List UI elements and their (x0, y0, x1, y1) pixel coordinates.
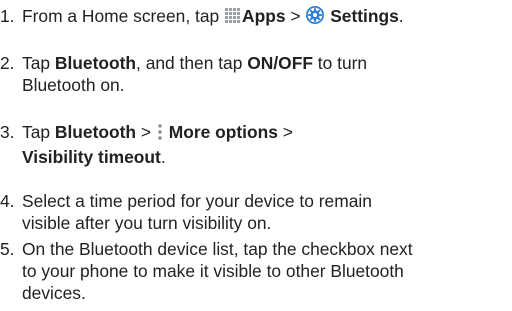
settings-gear-icon (305, 5, 325, 30)
more-options-label: More options (168, 122, 278, 142)
settings-label: Settings (330, 6, 399, 26)
apps-label: Apps (242, 6, 286, 26)
step-number: 3. (0, 122, 15, 142)
step-number: 2. (0, 53, 15, 73)
step-1-text: From a Home screen, tap Apps > Settings. (22, 5, 512, 30)
instruction-steps: 1. From a Home screen, tap Apps > Settin… (0, 0, 512, 311)
bluetooth-label: Bluetooth (54, 122, 137, 142)
step-3-text: Tap Bluetooth > More options > Visibilit… (22, 122, 293, 167)
onoff-label: ON/OFF (247, 53, 313, 73)
step-5-text: On the Bluetooth device list, tap the ch… (22, 239, 413, 303)
visibility-timeout-label: Visibility timeout (22, 147, 161, 167)
step-2-text: Tap Bluetooth, and then tap ON/OFF to tu… (22, 53, 368, 95)
step-number: 1. (0, 6, 15, 26)
step-number: 5. (0, 239, 15, 259)
more-options-icon (156, 123, 164, 146)
step-number: 4. (0, 191, 15, 211)
bluetooth-label: Bluetooth (54, 53, 137, 73)
step-4-text: Select a time period for your device to … (22, 191, 372, 233)
apps-grid-icon (224, 7, 242, 30)
